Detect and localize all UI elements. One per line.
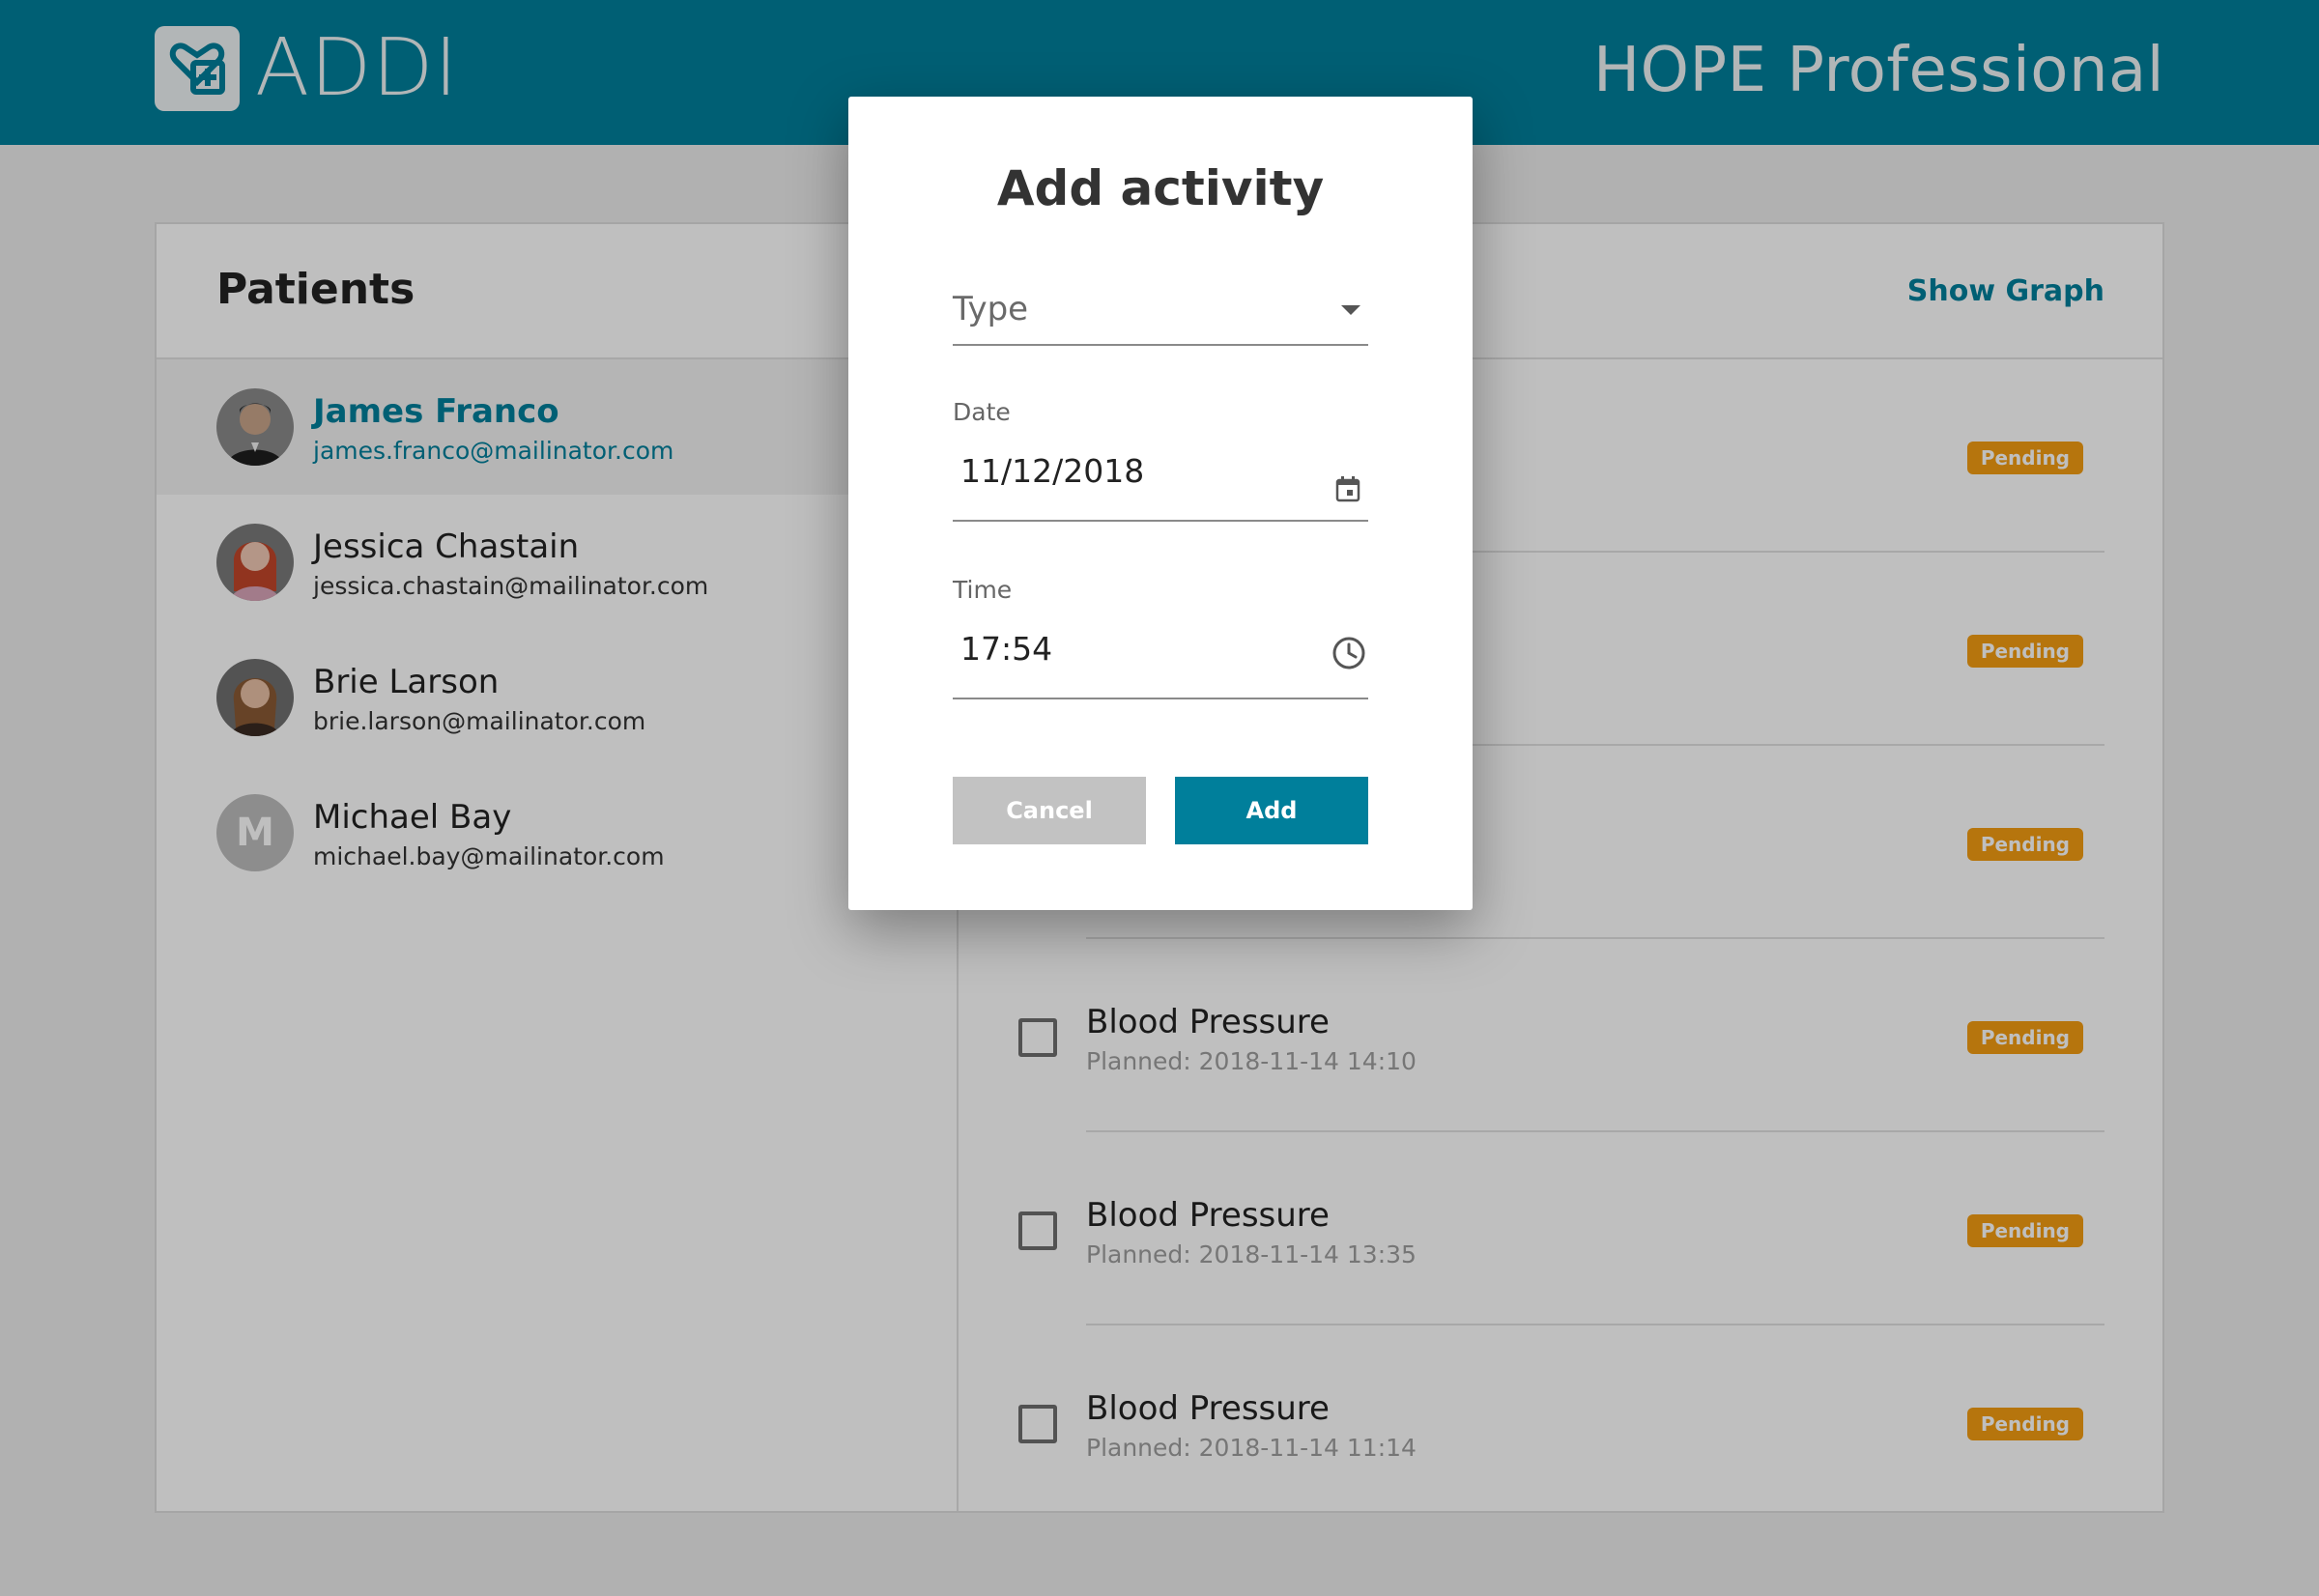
dialog-title: Add activity [996,160,1325,216]
field-underline [953,344,1368,346]
time-label: Time [953,576,1013,604]
type-placeholder: Type [953,290,1029,328]
time-input[interactable]: 17:54 [960,630,1052,668]
cancel-button[interactable]: Cancel [953,777,1146,844]
type-select[interactable]: Type [953,290,1368,346]
date-label: Date [953,398,1011,426]
add-button[interactable]: Add [1175,777,1368,844]
add-activity-dialog: Add activity Type Date 11/12/2018 Time 1… [848,97,1473,910]
field-underline [953,698,1368,699]
dropdown-arrow-icon [1341,305,1360,315]
time-field: Time 17:54 [953,576,1368,699]
date-field: Date 11/12/2018 [953,398,1368,522]
field-underline [953,520,1368,522]
calendar-icon[interactable] [1335,475,1360,506]
clock-icon[interactable] [1331,636,1366,674]
date-input[interactable]: 11/12/2018 [960,452,1144,490]
